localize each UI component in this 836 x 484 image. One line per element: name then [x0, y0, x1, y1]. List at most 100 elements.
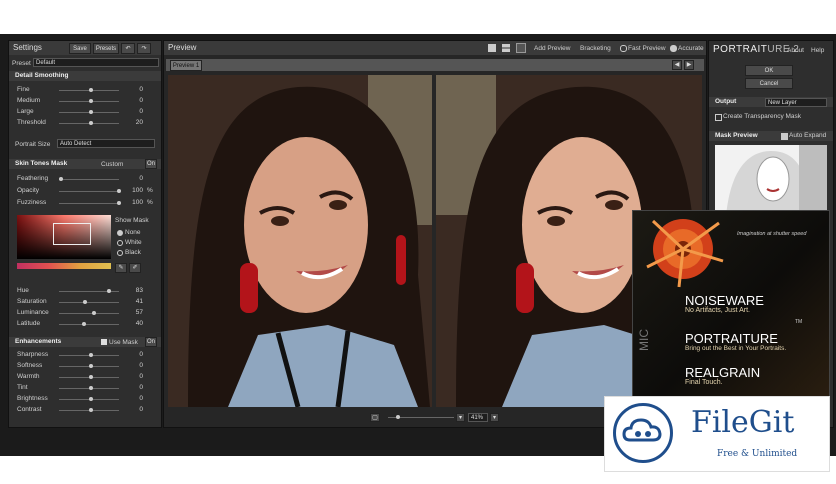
accurate-radio[interactable] [670, 45, 677, 52]
detail-threshold-value[interactable]: 20 [127, 119, 143, 126]
detail-fine-value[interactable]: 0 [127, 86, 143, 93]
use-mask-checkbox[interactable] [101, 339, 107, 345]
detail-smoothing-header[interactable]: Detail Smoothing [9, 71, 161, 81]
trademark-text: TM [795, 319, 803, 325]
skin-opacity-slider[interactable] [59, 189, 121, 193]
redo-icon[interactable]: ↷ [137, 43, 151, 54]
hsl-luminance-value[interactable]: 57 [127, 309, 143, 316]
enh-on-button[interactable]: On [145, 337, 157, 347]
side-by-side-icon[interactable] [516, 43, 526, 53]
enh-tint-slider-knob[interactable] [89, 386, 93, 390]
enh-brightness-value[interactable]: 0 [127, 395, 143, 402]
hsl-saturation-slider[interactable] [59, 300, 119, 304]
fast-preview-radio[interactable] [620, 45, 627, 52]
skin-feathering-slider-knob[interactable] [59, 177, 63, 181]
detail-large-slider[interactable] [59, 110, 119, 114]
zoom-dropdown-icon[interactable]: ▾ [490, 413, 499, 422]
skin-fuzziness-value[interactable]: 100 [127, 199, 143, 206]
eyedropper-icon[interactable]: ✎ [115, 263, 127, 273]
enh-sharpness-value[interactable]: 0 [127, 351, 143, 358]
enh-softness-slider[interactable] [59, 364, 119, 368]
before-image[interactable] [168, 75, 432, 407]
preset-select[interactable]: Default [33, 58, 159, 67]
skin-on-button[interactable]: On [145, 159, 157, 169]
save-button[interactable]: Save [69, 43, 91, 54]
portrait-size-select[interactable]: Auto Detect [57, 139, 155, 148]
hsl-latitude-slider-knob[interactable] [82, 322, 86, 326]
help-link[interactable]: Help [811, 47, 824, 54]
enh-tint-slider[interactable] [59, 386, 119, 390]
output-select[interactable]: New Layer [765, 98, 827, 107]
enh-warmth-slider[interactable] [59, 375, 119, 379]
hsl-hue-slider-knob[interactable] [107, 289, 111, 293]
enhancements-header[interactable]: Enhancements [9, 337, 161, 347]
detail-medium-slider[interactable] [59, 99, 119, 103]
hsl-latitude-value[interactable]: 40 [127, 320, 143, 327]
about-link[interactable]: About [787, 47, 804, 54]
skin-tones-header[interactable]: Skin Tones Mask [9, 159, 161, 169]
preset-label: Preset [12, 60, 31, 67]
detail-medium-label: Medium [17, 97, 41, 104]
hsl-hue-slider[interactable] [59, 289, 119, 293]
enh-tint-value[interactable]: 0 [127, 384, 143, 391]
enh-warmth-label: Warmth [17, 373, 40, 380]
undo-icon[interactable]: ↶ [121, 43, 135, 54]
detail-medium-value[interactable]: 0 [127, 97, 143, 104]
skin-fuzziness-slider-knob[interactable] [117, 201, 121, 205]
enh-contrast-slider[interactable] [59, 408, 119, 412]
create-transparency-checkbox[interactable] [715, 114, 722, 121]
tab-prev-arrow[interactable]: ◀ [672, 60, 682, 70]
skin-opacity-label: Opacity [17, 187, 40, 194]
skin-mode[interactable]: Custom [101, 161, 123, 168]
presets-button[interactable]: Presets [93, 43, 119, 54]
enh-sharpness-slider-knob[interactable] [89, 353, 93, 357]
bracketing-button[interactable]: Bracketing [580, 45, 611, 52]
skin-feathering-value[interactable]: 0 [127, 175, 143, 182]
mask-option-none-label: None [125, 229, 141, 236]
detail-threshold-slider[interactable] [59, 121, 119, 125]
detail-fine-slider-knob[interactable] [89, 88, 93, 92]
hsl-hue-label: Hue [17, 287, 29, 294]
detail-threshold-slider-knob[interactable] [89, 121, 93, 125]
zoom-value[interactable]: 41% [468, 413, 488, 422]
split-view-icon[interactable] [502, 44, 510, 52]
hsl-luminance-slider-knob[interactable] [92, 311, 96, 315]
hsl-luminance-slider[interactable] [59, 311, 119, 315]
zoom-minus-icon[interactable]: ▾ [456, 413, 465, 422]
mask-option-black-radio[interactable] [117, 250, 123, 256]
enh-sharpness-slider[interactable] [59, 353, 119, 357]
detail-large-slider-knob[interactable] [89, 110, 93, 114]
enh-contrast-value[interactable]: 0 [127, 406, 143, 413]
skin-opacity-value[interactable]: 100 [127, 187, 143, 194]
cancel-button[interactable]: Cancel [745, 78, 793, 89]
auto-expand-checkbox[interactable] [781, 133, 788, 140]
enh-contrast-slider-knob[interactable] [89, 408, 93, 412]
hsl-hue-value[interactable]: 83 [127, 287, 143, 294]
mask-option-white-radio[interactable] [117, 240, 123, 246]
enh-softness-value[interactable]: 0 [127, 362, 143, 369]
hue-strip[interactable] [17, 263, 111, 269]
hsl-saturation-value[interactable]: 41 [127, 298, 143, 305]
tab-preview-1[interactable]: Preview 1 [170, 60, 202, 71]
ok-button[interactable]: OK [745, 65, 793, 76]
mask-option-none-radio[interactable] [117, 230, 123, 236]
enh-brightness-slider-knob[interactable] [89, 397, 93, 401]
single-view-icon[interactable] [488, 44, 496, 52]
enh-softness-slider-knob[interactable] [89, 364, 93, 368]
zoom-slider[interactable] [388, 415, 454, 419]
detail-medium-slider-knob[interactable] [89, 99, 93, 103]
skin-opacity-slider-knob[interactable] [117, 189, 121, 193]
enh-brightness-slider[interactable] [59, 397, 119, 401]
detail-large-value[interactable]: 0 [127, 108, 143, 115]
eyedropper-minus-icon[interactable]: ✐ [129, 263, 141, 273]
detail-fine-slider[interactable] [59, 88, 119, 92]
skin-fuzziness-slider[interactable] [59, 201, 121, 205]
enh-warmth-value[interactable]: 0 [127, 373, 143, 380]
add-preview-button[interactable]: Add Preview [534, 45, 571, 52]
hsl-saturation-slider-knob[interactable] [83, 300, 87, 304]
skin-feathering-slider[interactable] [59, 177, 119, 181]
enh-warmth-slider-knob[interactable] [89, 375, 93, 379]
zoom-fit-icon[interactable]: ▢ [370, 413, 380, 422]
hsl-latitude-slider[interactable] [59, 322, 119, 326]
tab-next-arrow[interactable]: ▶ [684, 60, 694, 70]
